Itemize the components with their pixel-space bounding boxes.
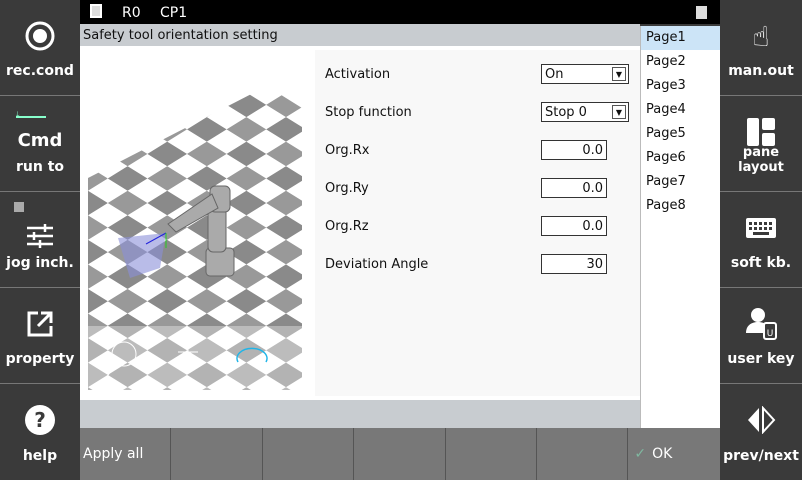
page-item[interactable]: Page6 xyxy=(641,146,720,170)
ok-button[interactable]: ✓ OK xyxy=(628,428,719,480)
function-key-5[interactable] xyxy=(446,428,537,480)
settings-form: Activation On ▼ Stop function Stop 0 ▼ Org… xyxy=(315,50,640,396)
external-link-icon xyxy=(0,308,80,340)
layout-icon xyxy=(720,116,802,148)
keyboard-icon xyxy=(720,212,802,244)
status-strip xyxy=(80,400,640,428)
sliders-icon xyxy=(0,220,80,252)
status-bar: R0 CP1 xyxy=(80,0,720,24)
help-button[interactable]: ? help xyxy=(0,384,80,480)
page-item[interactable]: Page7 xyxy=(641,170,720,194)
function-key-3[interactable] xyxy=(263,428,355,480)
page-item[interactable]: Page2 xyxy=(641,50,720,74)
page-item[interactable]: Page4 xyxy=(641,98,720,122)
step-icon: ⤓ xyxy=(16,110,46,119)
page-item[interactable]: Page5 xyxy=(641,122,720,146)
org-ry-input[interactable]: 0.0 xyxy=(541,178,607,198)
main-panel: Activation On ▼ Stop function Stop 0 ▼ Org… xyxy=(80,46,640,400)
hand-pointer-icon: ☝ xyxy=(752,19,770,53)
page-item[interactable]: Page8 xyxy=(641,194,720,218)
record-icon xyxy=(0,20,80,52)
function-key-6[interactable] xyxy=(537,428,629,480)
stop-function-row: Stop function Stop 0 ▼ xyxy=(325,102,629,124)
function-bar: Apply all ✓ OK xyxy=(80,428,720,480)
robot-3d-view[interactable] xyxy=(88,68,302,390)
org-rz-input[interactable]: 0.0 xyxy=(541,216,607,236)
svg-text:U: U xyxy=(767,329,774,339)
svg-text:?: ? xyxy=(34,408,46,432)
run-to-button[interactable]: ⤓ Cmd run to xyxy=(0,96,80,192)
user-key-icon: U xyxy=(720,308,802,340)
activation-select[interactable]: On ▼ xyxy=(541,64,629,84)
prev-next-icon xyxy=(720,404,802,436)
page-title: Safety tool orientation setting xyxy=(80,24,640,46)
deviation-angle-input[interactable]: 30 xyxy=(541,254,607,274)
property-button[interactable]: property xyxy=(0,288,80,384)
jog-inch-button[interactable]: jog inch. xyxy=(0,192,80,288)
left-sidebar: rec.cond ⤓ Cmd run to jog inch. property… xyxy=(0,0,80,480)
check-icon: ✓ xyxy=(634,446,647,462)
apply-all-button[interactable]: Apply all xyxy=(80,428,172,480)
user-key-button[interactable]: U user key xyxy=(720,288,802,384)
stop-function-select[interactable]: Stop 0 ▼ xyxy=(541,102,629,122)
help-icon: ? xyxy=(0,404,80,436)
dropdown-arrow-icon: ▼ xyxy=(612,67,626,81)
pane-layout-button[interactable]: pane layout xyxy=(720,96,802,192)
deviation-angle-row: Deviation Angle 30 xyxy=(325,254,625,276)
dropdown-arrow-icon: ▼ xyxy=(612,105,626,119)
activation-row: Activation On ▼ xyxy=(325,64,629,86)
function-key-2[interactable] xyxy=(171,428,263,480)
rec-cond-button[interactable]: rec.cond xyxy=(0,0,80,96)
prev-next-button[interactable]: prev/next xyxy=(720,384,802,480)
page-item[interactable]: Page3 xyxy=(641,74,720,98)
page-list: Page1 Page2 Page3 Page4 Page5 Page6 Page… xyxy=(640,26,720,428)
battery-icon xyxy=(696,6,707,19)
org-rx-row: Org.Rx 0.0 xyxy=(325,140,625,162)
checkbox-indicator xyxy=(14,202,24,212)
man-out-button[interactable]: ☝ man.out xyxy=(720,0,802,96)
network-icon xyxy=(90,4,102,18)
org-rz-row: Org.Rz 0.0 xyxy=(325,216,625,238)
org-ry-row: Org.Ry 0.0 xyxy=(325,178,625,200)
right-sidebar: ☝ man.out pane layout soft kb. U user ke… xyxy=(720,0,802,480)
page-item[interactable]: Page1 xyxy=(641,26,720,50)
soft-keyboard-button[interactable]: soft kb. xyxy=(720,192,802,288)
function-key-4[interactable] xyxy=(354,428,446,480)
org-rx-input[interactable]: 0.0 xyxy=(541,140,607,160)
